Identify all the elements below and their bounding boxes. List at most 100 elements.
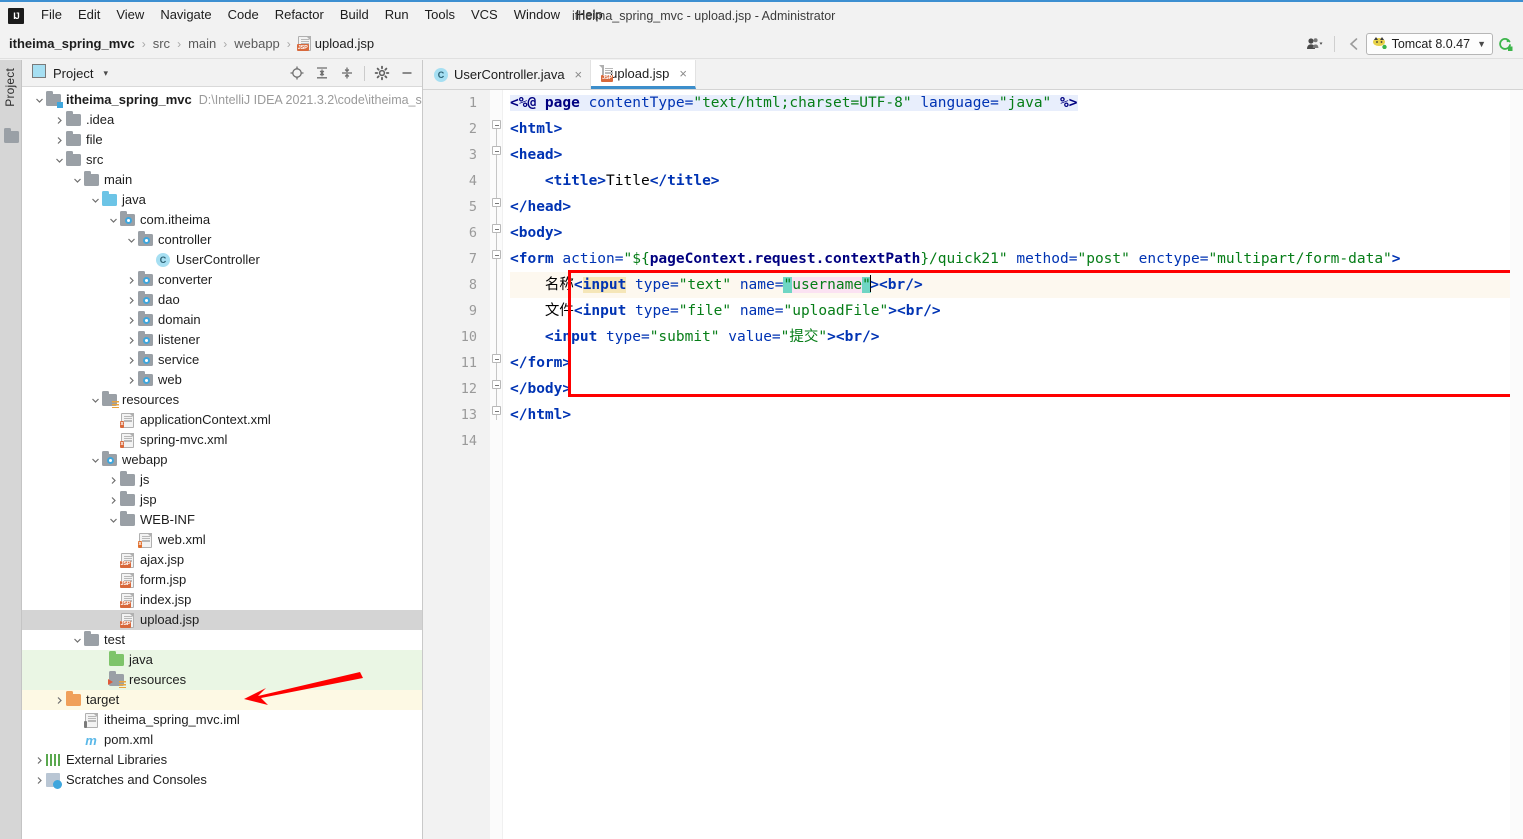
tree-item-applicationcontext-xml[interactable]: x applicationContext.xml [22, 410, 422, 430]
chevron-down-icon[interactable] [108, 215, 119, 226]
breadcrumb-file[interactable]: JSP upload.jsp [296, 36, 374, 51]
redeploy-icon[interactable] [1493, 33, 1517, 55]
back-arrow-icon[interactable] [1342, 33, 1366, 55]
fold-toggle-head[interactable] [492, 146, 501, 155]
tree-item-js[interactable]: js [22, 470, 422, 490]
tree-item-target[interactable]: target [22, 690, 422, 710]
menu-vcs[interactable]: VCS [463, 5, 506, 26]
tool-window-button-project[interactable]: Project [3, 68, 17, 107]
fold-toggle-head-end[interactable] [492, 198, 501, 207]
chevron-right-icon[interactable] [108, 475, 119, 486]
tree-item-web-xml[interactable]: x web.xml [22, 530, 422, 550]
code-folding-gutter[interactable] [490, 90, 503, 839]
tree-item-package-dao[interactable]: dao [22, 290, 422, 310]
tree-item-upload-jsp[interactable]: JSP upload.jsp [22, 610, 422, 630]
fold-toggle-body-end[interactable] [492, 380, 501, 389]
menu-file[interactable]: File [33, 5, 70, 26]
tree-item-test[interactable]: test [22, 630, 422, 650]
tree-item-src[interactable]: src [22, 150, 422, 170]
chevron-right-icon[interactable] [126, 275, 137, 286]
fold-toggle-form[interactable] [492, 250, 501, 259]
code-editor[interactable]: 1 2 3 4 5 6 7 8 9 10 11 12 13 14 <%@ pag… [423, 90, 1523, 839]
chevron-down-icon[interactable]: ▾ [103, 68, 108, 79]
chevron-down-icon[interactable] [54, 155, 65, 166]
collapse-all-icon[interactable] [336, 62, 358, 84]
menu-view[interactable]: View [108, 5, 152, 26]
chevron-down-icon[interactable] [90, 195, 101, 206]
tree-item-package-listener[interactable]: listener [22, 330, 422, 350]
fold-toggle-html-end[interactable] [492, 406, 501, 415]
tree-item-scratches-and-consoles[interactable]: Scratches and Consoles [22, 770, 422, 790]
breadcrumb-webapp[interactable]: webapp [234, 36, 280, 51]
menu-edit[interactable]: Edit [70, 5, 108, 26]
breadcrumb-src[interactable]: src [153, 36, 170, 51]
tree-item-web-inf[interactable]: WEB-INF [22, 510, 422, 530]
chevron-right-icon[interactable] [126, 295, 137, 306]
tree-item-package-controller[interactable]: controller [22, 230, 422, 250]
locate-icon[interactable] [286, 62, 308, 84]
tree-item-project-root[interactable]: itheima_spring_mvc D:\IntelliJ IDEA 2021… [22, 90, 422, 110]
close-icon[interactable]: × [679, 66, 687, 81]
tree-item-resources[interactable]: resources [22, 390, 422, 410]
chevron-right-icon[interactable] [34, 755, 45, 766]
menu-navigate[interactable]: Navigate [152, 5, 219, 26]
chevron-right-icon[interactable] [126, 315, 137, 326]
fold-toggle-html[interactable] [492, 120, 501, 129]
chevron-right-icon[interactable] [126, 355, 137, 366]
tree-item-idea[interactable]: .idea [22, 110, 422, 130]
chevron-down-icon[interactable] [72, 635, 83, 646]
tree-item-file[interactable]: file [22, 130, 422, 150]
tree-item-package-service[interactable]: service [22, 350, 422, 370]
user-avatar-icon[interactable] [1302, 33, 1327, 55]
project-tree[interactable]: itheima_spring_mvc D:\IntelliJ IDEA 2021… [22, 87, 422, 839]
editor-scrollbar[interactable] [1510, 90, 1523, 839]
chevron-right-icon[interactable] [126, 335, 137, 346]
tree-item-form-jsp[interactable]: JSP form.jsp [22, 570, 422, 590]
tree-item-spring-mvc-xml[interactable]: x spring-mvc.xml [22, 430, 422, 450]
tab-usercontroller-java[interactable]: C UserController.java × [423, 60, 592, 89]
tree-item-package-domain[interactable]: domain [22, 310, 422, 330]
fold-toggle-body[interactable] [492, 224, 501, 233]
expand-all-icon[interactable] [311, 62, 333, 84]
chevron-down-icon[interactable] [126, 235, 137, 246]
tree-item-test-resources[interactable]: resources [22, 670, 422, 690]
tree-item-iml[interactable]: itheima_spring_mvc.iml [22, 710, 422, 730]
chevron-right-icon[interactable] [34, 775, 45, 786]
chevron-right-icon[interactable] [54, 135, 65, 146]
tree-item-package-web[interactable]: web [22, 370, 422, 390]
menu-window[interactable]: Window [506, 5, 568, 26]
tree-item-ajax-jsp[interactable]: JSP ajax.jsp [22, 550, 422, 570]
tab-upload-jsp[interactable]: JSP upload.jsp × [591, 60, 697, 89]
tree-item-java-source-root[interactable]: java [22, 190, 422, 210]
tree-item-pom-xml[interactable]: m pom.xml [22, 730, 422, 750]
breadcrumb-project[interactable]: itheima_spring_mvc [0, 36, 135, 51]
fold-toggle-form-end[interactable] [492, 354, 501, 363]
menu-build[interactable]: Build [332, 5, 377, 26]
tree-item-external-libraries[interactable]: External Libraries [22, 750, 422, 770]
tree-item-class-usercontroller[interactable]: C UserController [22, 250, 422, 270]
tree-item-index-jsp[interactable]: JSP index.jsp [22, 590, 422, 610]
chevron-down-icon[interactable] [90, 455, 101, 466]
close-icon[interactable]: × [575, 67, 583, 82]
tree-item-test-java[interactable]: java [22, 650, 422, 670]
chevron-right-icon[interactable] [54, 695, 65, 706]
chevron-right-icon[interactable] [108, 495, 119, 506]
chevron-down-icon[interactable] [72, 175, 83, 186]
menu-refactor[interactable]: Refactor [267, 5, 332, 26]
settings-gear-icon[interactable] [371, 62, 393, 84]
menu-code[interactable]: Code [220, 5, 267, 26]
chevron-down-icon[interactable] [108, 515, 119, 526]
run-configuration-selector[interactable]: Tomcat 8.0.47 ▼ [1365, 33, 1493, 55]
hide-panel-icon[interactable] [396, 62, 418, 84]
tree-item-jsp-folder[interactable]: jsp [22, 490, 422, 510]
tree-item-main[interactable]: main [22, 170, 422, 190]
chevron-down-icon[interactable] [90, 395, 101, 406]
chevron-down-icon[interactable] [34, 95, 45, 106]
tree-item-package-converter[interactable]: converter [22, 270, 422, 290]
tree-item-webapp[interactable]: webapp [22, 450, 422, 470]
menu-tools[interactable]: Tools [417, 5, 463, 26]
chevron-right-icon[interactable] [54, 115, 65, 126]
code-text[interactable]: <%@ page contentType="text/html;charset=… [503, 90, 1523, 839]
chevron-right-icon[interactable] [126, 375, 137, 386]
breadcrumb-main[interactable]: main [188, 36, 216, 51]
